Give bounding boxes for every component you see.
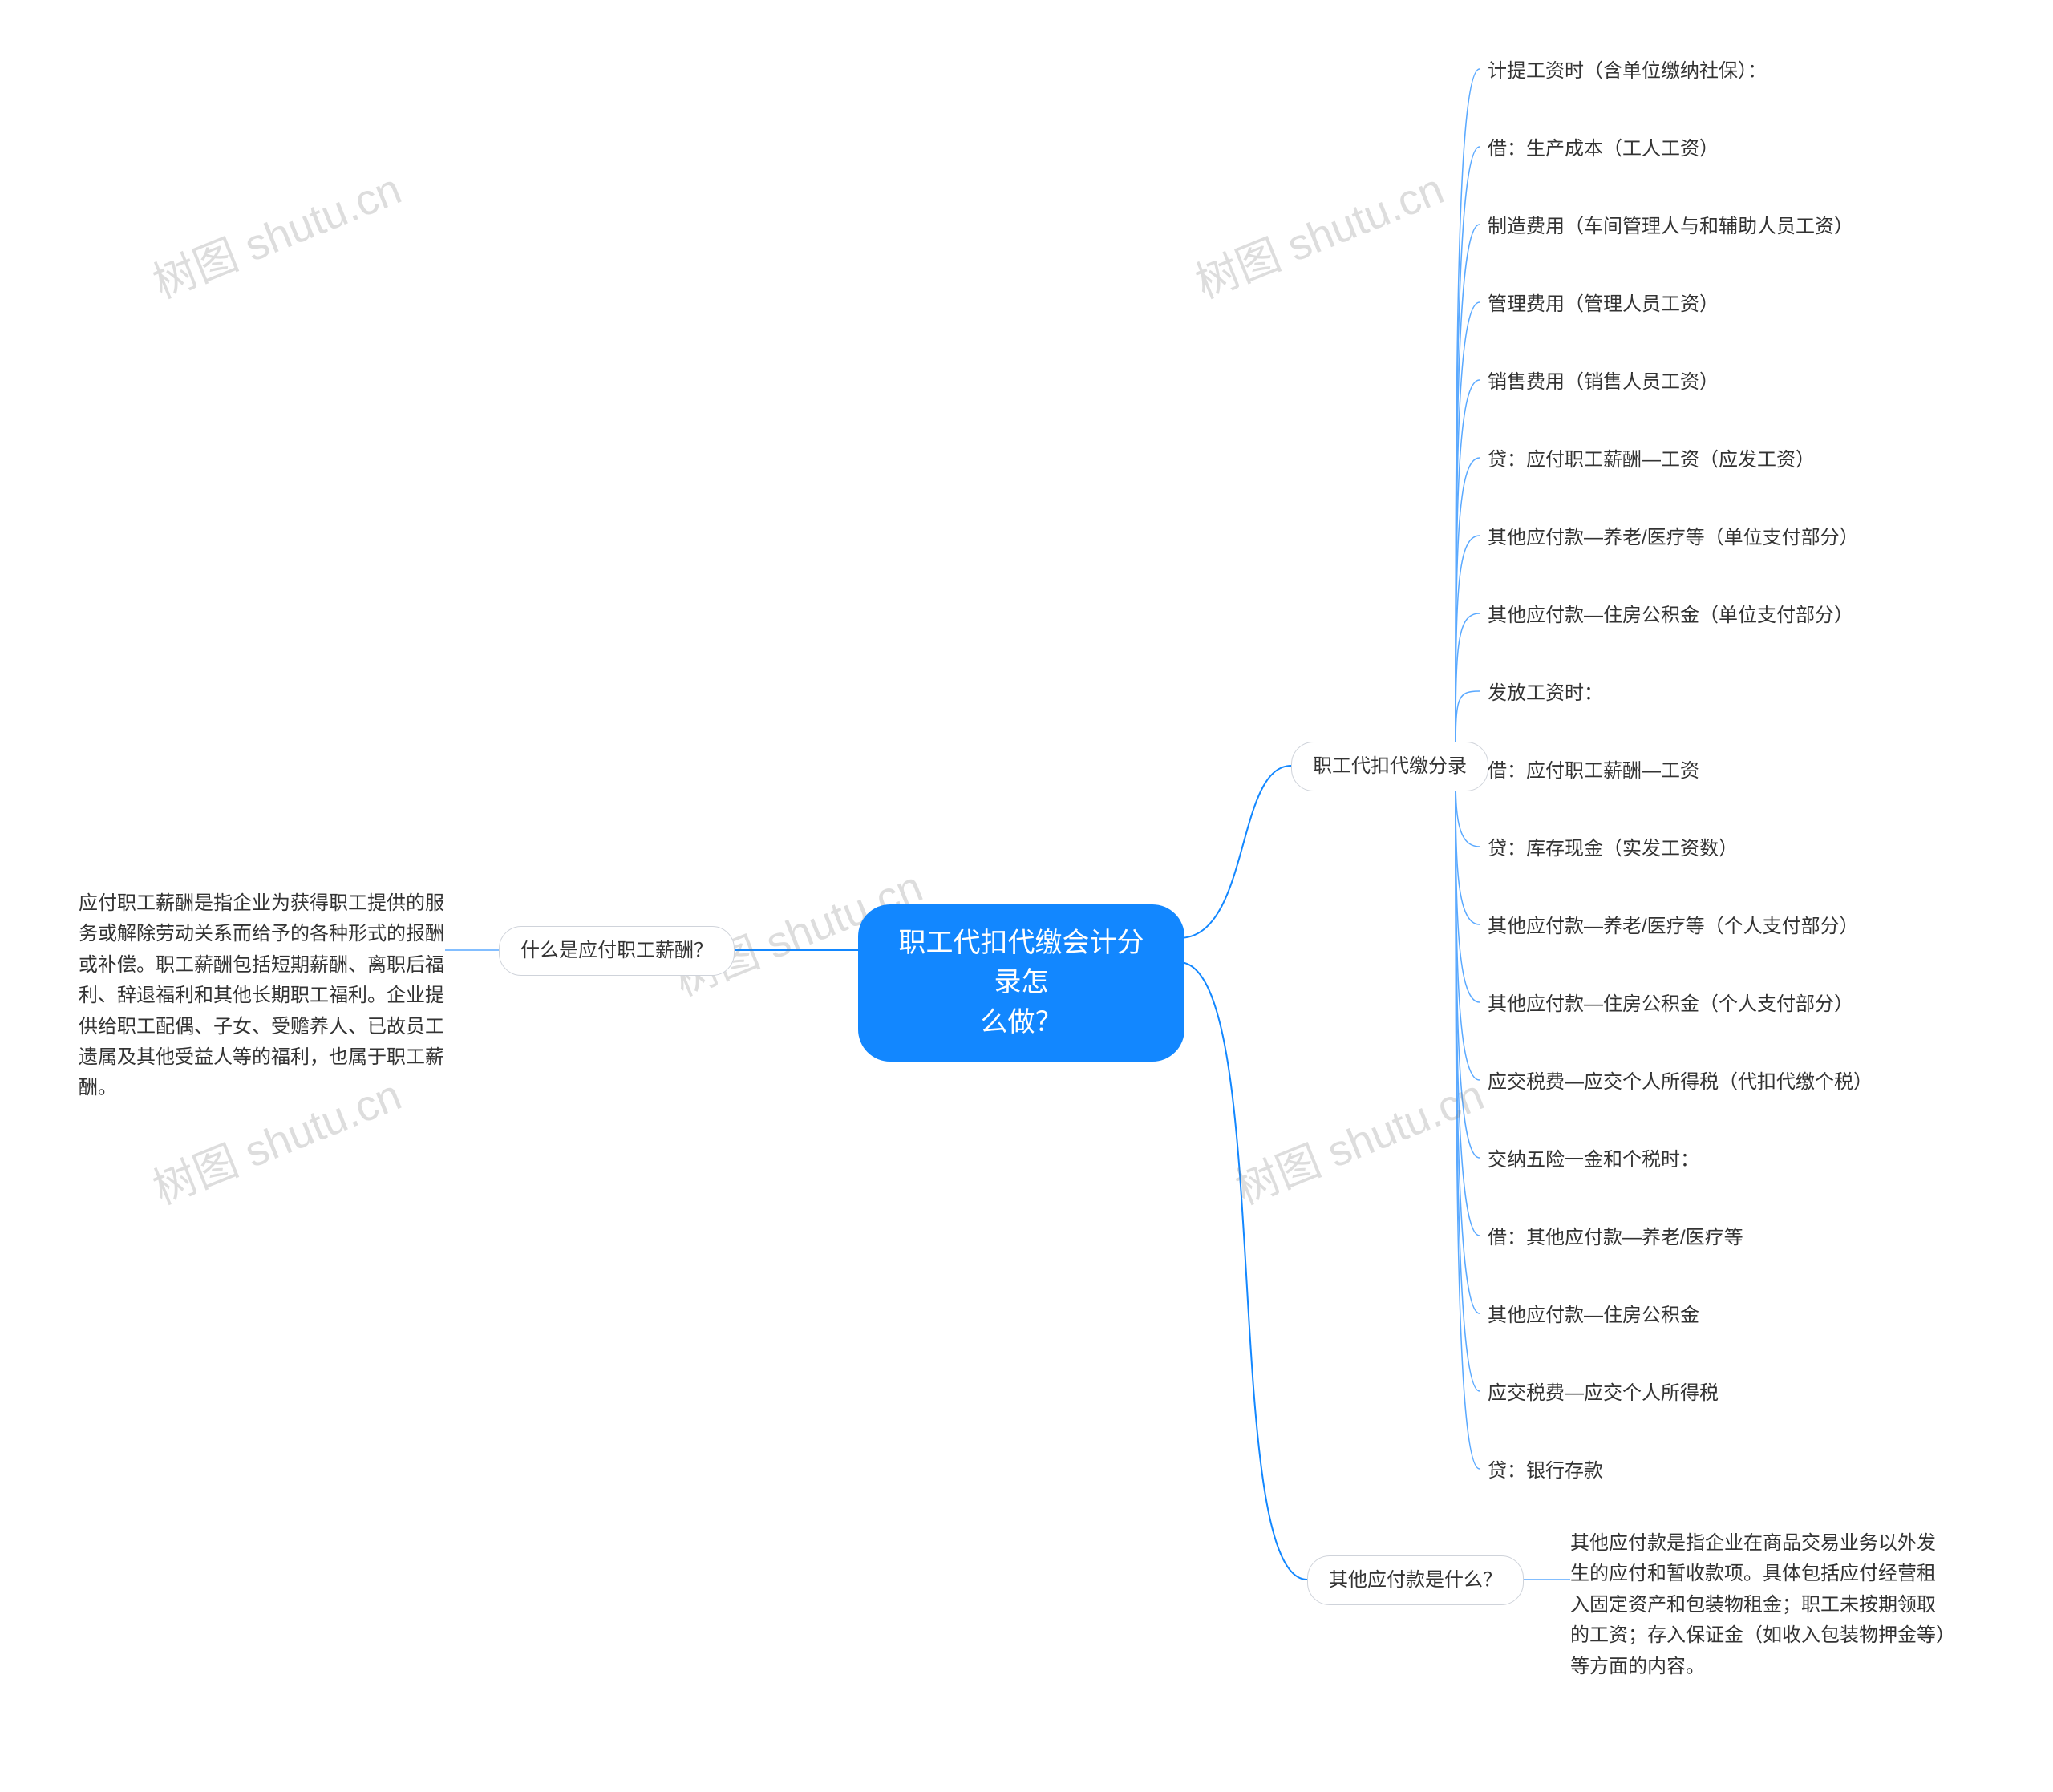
root-title-line1: 职工代扣代缴会计分录怎 [887, 924, 1156, 1003]
branch-label: 职工代扣代缴分录 [1313, 755, 1467, 777]
watermark: 树图 shutu.cn [142, 154, 409, 311]
leaf-item: 应交税费—应交个人所得税 [1488, 1379, 1719, 1408]
branch-label: 什么是应付职工薪酬？ [520, 940, 713, 961]
leaf-item: 贷：银行存款 [1488, 1457, 1603, 1486]
leaf-item: 管理费用（管理人员工资） [1488, 290, 1719, 319]
leaf-item: 其他应付款—住房公积金（单位支付部分） [1488, 601, 1853, 630]
root-node[interactable]: 职工代扣代缴会计分录怎 么做？ [858, 904, 1184, 1062]
watermark: 树图 shutu.cn [1184, 154, 1452, 311]
leaf-item: 贷：库存现金（实发工资数） [1488, 835, 1738, 864]
leaf-item: 应交税费—应交个人所得税（代扣代缴个税） [1488, 1068, 1873, 1097]
leaf-item: 其他应付款—养老/医疗等（单位支付部分） [1488, 524, 1859, 552]
root-title-line2: 么做？ [887, 1003, 1156, 1042]
leaf-item: 其他应付款—养老/医疗等（个人支付部分） [1488, 912, 1859, 941]
branch-what-is-yingfu[interactable]: 什么是应付职工薪酬？ [499, 926, 735, 976]
branch-other-payable[interactable]: 其他应付款是什么？ [1307, 1555, 1524, 1605]
leaf-item: 交纳五险一金和个税时： [1488, 1146, 1699, 1175]
leaf-item: 借：其他应付款—养老/医疗等 [1488, 1224, 1743, 1252]
leaf-item: 其他应付款—住房公积金（个人支付部分） [1488, 990, 1853, 1019]
branch-daikou-fenlu[interactable]: 职工代扣代缴分录 [1291, 742, 1488, 791]
leaf-item: 借：应付职工薪酬—工资 [1488, 757, 1699, 786]
leaf-item: 贷：应付职工薪酬—工资（应发工资） [1488, 446, 1815, 475]
branch-label: 其他应付款是什么？ [1329, 1569, 1502, 1591]
leaf-what-is-yingfu-text: 应付职工薪酬是指企业为获得职工提供的服务或解除劳动关系而给予的各种形式的报酬或补… [79, 888, 446, 1104]
watermark: 树图 shutu.cn [1225, 1060, 1492, 1217]
leaf-item: 制造费用（车间管理人与和辅助人员工资） [1488, 212, 1853, 241]
leaf-other-payable-text: 其他应付款是指企业在商品交易业务以外发生的应付和暂收款项。具体包括应付经营租入固… [1570, 1528, 1949, 1682]
leaf-item: 销售费用（销售人员工资） [1488, 368, 1719, 397]
leaf-item: 借：生产成本（工人工资） [1488, 135, 1719, 164]
leaf-item: 其他应付款—住房公积金 [1488, 1301, 1699, 1330]
leaf-item: 发放工资时： [1488, 679, 1603, 708]
leaf-item: 计提工资时（含单位缴纳社保）： [1488, 57, 1767, 86]
